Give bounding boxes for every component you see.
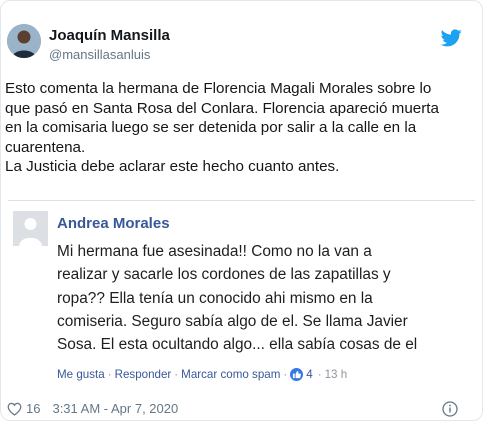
tweet-card [0, 0, 483, 421]
twitter-logo-icon[interactable] [441, 29, 462, 47]
separator: · [174, 367, 179, 381]
comment-line: comiseria. Seguro sabía algo de el. Se l… [57, 312, 408, 330]
comment-line: realizar y sacarle los cordones de las z… [57, 266, 391, 284]
separator: · [107, 367, 112, 381]
comment-author-avatar[interactable] [13, 211, 48, 246]
comment-line: Mi hermana fue asesinada!! Como no la va… [57, 243, 372, 260]
reaction-count[interactable]: 4 [306, 368, 312, 381]
reply-link[interactable]: Responder [115, 368, 172, 381]
tweet-timestamp[interactable]: 3:31 AM - Apr 7, 2020 [52, 401, 178, 416]
facebook-like-icon[interactable] [290, 367, 304, 381]
comment-author-name[interactable]: Andrea Morales [57, 215, 170, 232]
author-avatar[interactable] [7, 24, 41, 58]
tweet-line: La Justicia debe aclarar este hecho cuan… [5, 158, 340, 175]
comment-line: ropa?? Ella tenía un conocido ahi mismo … [57, 289, 373, 307]
comment-line: Sosa. El esta ocultando algo... ella sab… [57, 336, 418, 354]
separator: · [317, 367, 322, 381]
like-link[interactable]: Me gusta [57, 368, 105, 381]
tweet-text: Esto comenta la hermana de Florencia Mag… [5, 79, 475, 177]
tweet-line: en la comisaria luego se ser detenida po… [5, 119, 417, 136]
comment-actions: Me gusta · Responder · Marcar como spam … [57, 366, 347, 382]
tweet-footer: 16 3:31 AM - Apr 7, 2020 [7, 401, 178, 416]
comment-time[interactable]: 13 h [325, 368, 348, 381]
tweet-line: que pasó en Santa Rosa del Conlara. Flor… [5, 99, 439, 117]
info-icon[interactable] [442, 401, 458, 417]
comment-text: Mi hermana fue asesinada!! Como no la va… [57, 240, 477, 356]
author-name[interactable]: Joaquín Mansilla [49, 27, 170, 44]
embed-divider [8, 200, 475, 201]
like-count[interactable]: 16 [26, 401, 40, 416]
author-handle[interactable]: @mansillasanluis [49, 47, 150, 62]
tweet-line: cuarentena. [5, 138, 86, 156]
mark-spam-link[interactable]: Marcar como spam [181, 368, 280, 381]
heart-icon[interactable] [7, 402, 22, 416]
tweet-line: Esto comenta la hermana de Florencia Mag… [5, 80, 432, 97]
separator: · [283, 367, 288, 381]
